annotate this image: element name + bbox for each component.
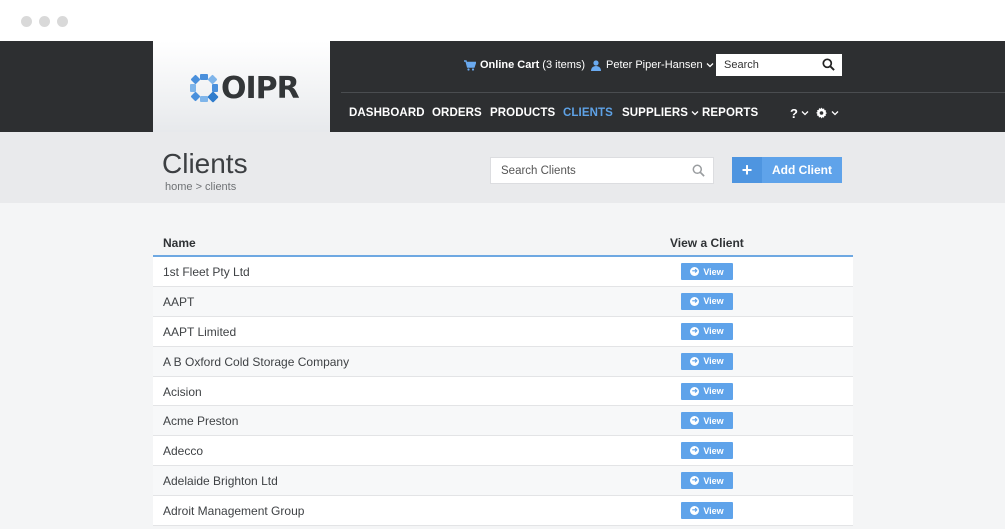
client-name: A B Oxford Cold Storage Company xyxy=(163,354,350,369)
table-body: 1st Fleet Pty Ltd ➜ View AAPT ➜ View AAPT Limi… xyxy=(153,257,853,527)
view-label: View xyxy=(703,475,724,486)
chevron-down-icon xyxy=(801,111,809,116)
client-name: Acme Preston xyxy=(163,414,239,429)
nav-divider xyxy=(341,92,1005,93)
arrow-right-circle-icon: ➜ xyxy=(690,506,700,516)
arrow-right-circle-icon: ➜ xyxy=(690,416,700,426)
window-chrome xyxy=(0,0,1005,41)
cart-icon xyxy=(464,59,476,71)
table-row: AAPT ➜ View xyxy=(153,286,853,317)
search-icon[interactable] xyxy=(822,58,835,71)
logo-q-icon xyxy=(190,74,219,103)
arrow-right-circle-icon: ➜ xyxy=(690,386,700,396)
client-name: AAPT Limited xyxy=(163,324,237,339)
help-icon: ? xyxy=(790,105,799,121)
user-icon xyxy=(591,59,601,71)
view-label: View xyxy=(703,386,724,397)
view-client-button[interactable]: ➜ View xyxy=(681,292,733,310)
window-dot-icon[interactable] xyxy=(57,16,68,27)
view-client-button[interactable]: ➜ View xyxy=(681,502,733,520)
logo-box[interactable]: OIPR xyxy=(153,41,330,132)
add-client-button[interactable]: + Add Client xyxy=(732,157,842,183)
search-icon[interactable] xyxy=(692,164,705,177)
column-header-view: View a Client xyxy=(670,236,744,250)
page-title: Clients xyxy=(162,148,248,179)
help-menu[interactable]: ? xyxy=(790,105,809,121)
view-label: View xyxy=(703,266,724,277)
cart-count: (3 items) xyxy=(542,59,586,71)
view-label: View xyxy=(703,296,724,307)
column-header-name[interactable]: Name xyxy=(163,236,196,250)
nav-products[interactable]: PRODUCTS xyxy=(490,106,555,120)
nav-orders[interactable]: ORDERS xyxy=(432,106,482,120)
add-client-label: Add Client xyxy=(772,163,832,177)
chevron-down-icon xyxy=(706,63,714,68)
table-row: A B Oxford Cold Storage Company ➜ View xyxy=(153,346,853,377)
window-dot-icon[interactable] xyxy=(21,16,32,27)
view-label: View xyxy=(703,505,724,516)
chevron-down-icon xyxy=(691,111,699,116)
table-row: Adroit Management Group ➜ View xyxy=(153,496,853,527)
table-row: Acme Preston ➜ View xyxy=(153,406,853,437)
nav-reports[interactable]: REPORTS xyxy=(702,106,758,120)
online-cart[interactable]: Online Cart (3 items) xyxy=(464,58,585,72)
settings-menu[interactable] xyxy=(816,106,839,120)
client-name: Adecco xyxy=(163,444,204,459)
client-search-input[interactable] xyxy=(501,164,681,177)
view-client-button[interactable]: ➜ View xyxy=(681,472,733,490)
table-row: Adecco ➜ View xyxy=(153,436,853,467)
view-label: View xyxy=(703,445,724,456)
arrow-right-circle-icon: ➜ xyxy=(690,326,700,336)
nav-clients[interactable]: CLIENTS xyxy=(563,106,613,120)
view-client-button[interactable]: ➜ View xyxy=(681,382,733,400)
logo-text: OIPR xyxy=(221,70,300,106)
logo[interactable]: OIPR xyxy=(189,70,300,106)
view-label: View xyxy=(703,356,724,367)
view-label: View xyxy=(703,415,724,426)
breadcrumb[interactable]: home > clients xyxy=(165,181,236,193)
table-row: Adelaide Brighton Ltd ➜ View xyxy=(153,466,853,497)
nav-suppliers[interactable]: SUPPLIERS xyxy=(622,106,699,120)
search-input[interactable] xyxy=(724,59,820,71)
view-client-button[interactable]: ➜ View xyxy=(681,442,733,460)
nav-dashboard[interactable]: DASHBOARD xyxy=(349,106,425,120)
view-client-button[interactable]: ➜ View xyxy=(681,352,733,370)
arrow-right-circle-icon: ➜ xyxy=(690,476,700,486)
view-client-button[interactable]: ➜ View xyxy=(681,322,733,340)
gear-icon xyxy=(816,107,828,119)
view-label: View xyxy=(703,326,724,337)
user-name: Peter Piper-Hansen xyxy=(606,59,703,71)
client-name: AAPT xyxy=(163,294,195,309)
arrow-right-circle-icon: ➜ xyxy=(690,296,700,306)
arrow-right-circle-icon: ➜ xyxy=(690,446,700,456)
client-search xyxy=(490,157,714,184)
view-client-button[interactable]: ➜ View xyxy=(681,412,733,430)
client-name: Adelaide Brighton Ltd xyxy=(163,474,278,489)
client-name: Adroit Management Group xyxy=(163,504,305,519)
table-row: AAPT Limited ➜ View xyxy=(153,316,853,347)
table-row: 1st Fleet Pty Ltd ➜ View xyxy=(153,257,853,287)
client-name: 1st Fleet Pty Ltd xyxy=(163,265,250,279)
user-menu[interactable]: Peter Piper-Hansen xyxy=(591,58,714,72)
arrow-right-circle-icon: ➜ xyxy=(690,267,700,276)
cart-label: Online Cart xyxy=(480,59,540,71)
top-search xyxy=(716,54,842,76)
chevron-down-icon xyxy=(831,111,839,116)
arrow-right-circle-icon: ➜ xyxy=(690,356,700,366)
view-client-button[interactable]: ➜ View xyxy=(681,263,733,280)
plus-icon: + xyxy=(732,157,762,183)
table-header: Name View a Client xyxy=(153,230,853,257)
nav-suppliers-label: SUPPLIERS xyxy=(622,107,689,119)
window-dot-icon[interactable] xyxy=(39,16,50,27)
clients-table: Name View a Client 1st Fleet Pty Ltd ➜ Vie… xyxy=(153,230,853,527)
client-name: Acision xyxy=(163,384,202,399)
table-row: Acision ➜ View xyxy=(153,376,853,407)
